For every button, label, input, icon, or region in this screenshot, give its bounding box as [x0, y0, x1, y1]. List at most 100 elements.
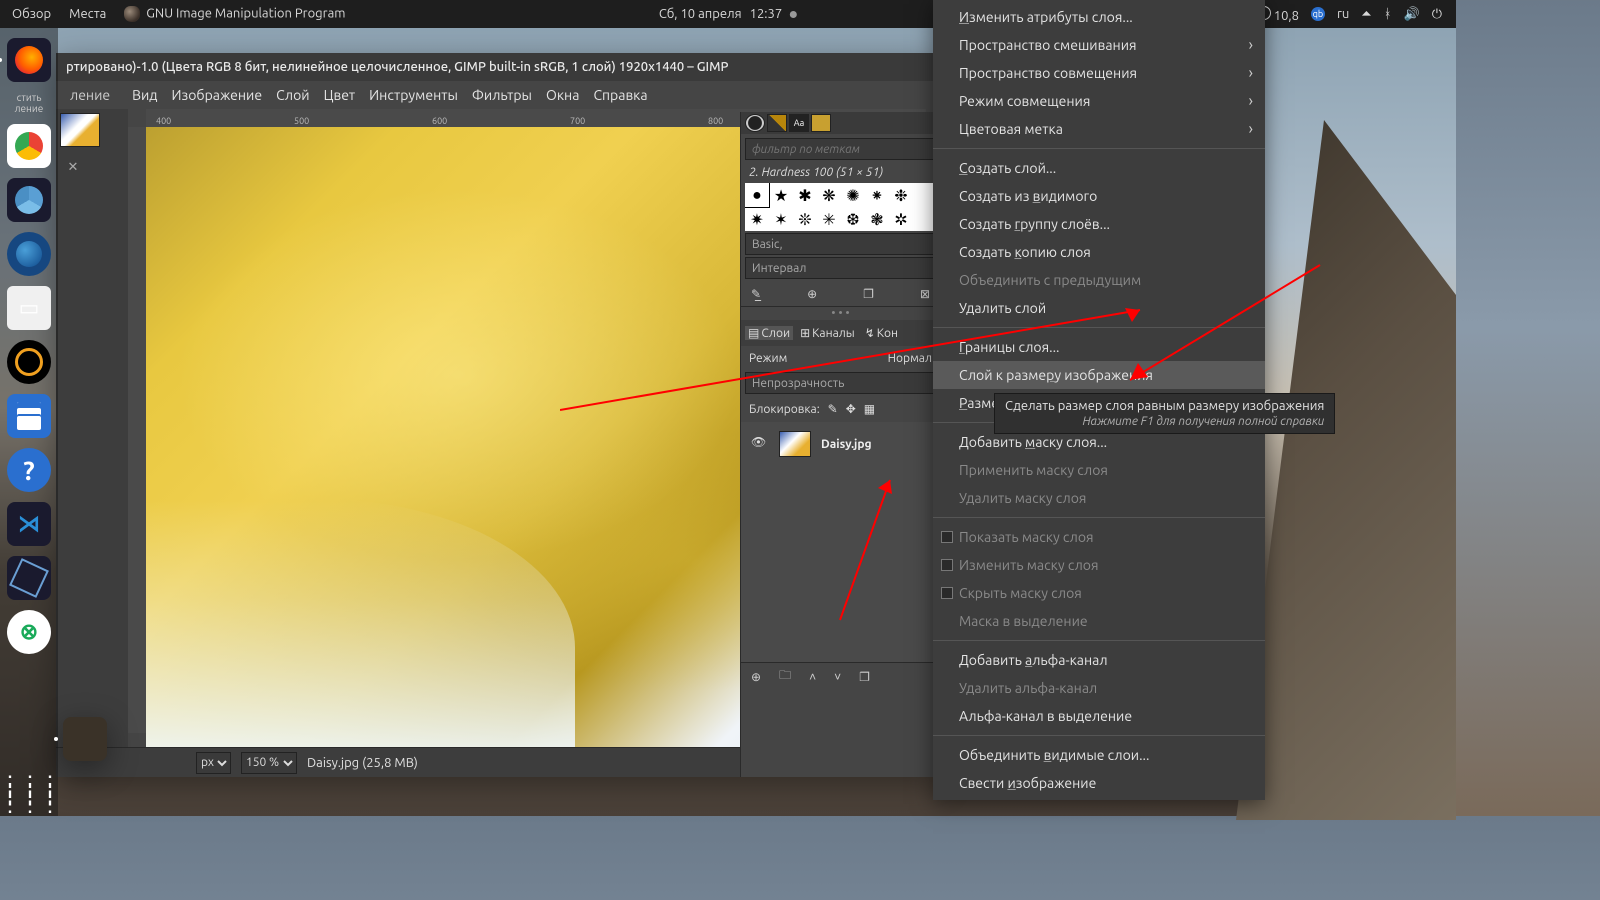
- libreoffice-launcher[interactable]: [7, 394, 51, 438]
- vertical-ruler[interactable]: [128, 127, 146, 733]
- menu-color[interactable]: Цвет: [324, 87, 356, 103]
- thunderbird-launcher[interactable]: [7, 232, 51, 276]
- brush-item[interactable]: ❋: [817, 183, 841, 207]
- new-brush-icon[interactable]: ⊕: [807, 287, 817, 301]
- menu-layer[interactable]: Слой: [276, 87, 310, 103]
- brushes-tab-icon[interactable]: [745, 114, 765, 132]
- gimp-launcher[interactable]: [63, 717, 107, 761]
- lock-position-icon[interactable]: ✥: [846, 402, 856, 416]
- chromium-launcher[interactable]: [7, 178, 51, 222]
- brush-name-label: 2. Hardness 100 (51 × 51): [741, 164, 940, 181]
- places-menu[interactable]: Места: [69, 7, 106, 21]
- show-apps-button[interactable]: ⋮⋮⋮⋮⋮⋮⋮⋮⋮: [7, 772, 51, 816]
- network-icon[interactable]: ⏶: [1361, 7, 1371, 22]
- delete-brush-icon[interactable]: ⊠: [920, 287, 930, 301]
- zoom-selector[interactable]: 150 %: [241, 752, 297, 774]
- menu-item[interactable]: Создать слой...: [933, 154, 1265, 182]
- brush-item[interactable]: ✱: [793, 183, 817, 207]
- lower-layer-icon[interactable]: ˅: [834, 670, 841, 684]
- menu-item[interactable]: Цветовая метка: [933, 115, 1265, 143]
- layer-thumbnail[interactable]: [779, 431, 811, 457]
- opacity-slider[interactable]: Непрозрачность: [745, 372, 936, 394]
- menu-item[interactable]: Свести изображение: [933, 769, 1265, 797]
- new-group-icon[interactable]: 🗀: [779, 666, 791, 687]
- brush-item[interactable]: ✶: [769, 207, 793, 231]
- firefox-launcher[interactable]: [7, 38, 51, 82]
- vscode-launcher[interactable]: ⋊: [7, 502, 51, 546]
- fonts-tab-icon[interactable]: Aa: [789, 114, 809, 132]
- menu-item[interactable]: Создать копию слоя: [933, 238, 1265, 266]
- activities-button[interactable]: Обзор: [12, 7, 51, 21]
- brush-item[interactable]: ❊: [793, 207, 817, 231]
- brush-item[interactable]: ✳: [817, 207, 841, 231]
- brush-item[interactable]: ●: [745, 183, 769, 207]
- active-app-indicator[interactable]: GNU Image Manipulation Program: [124, 6, 345, 22]
- help-launcher[interactable]: ?: [7, 448, 51, 492]
- chrome-launcher[interactable]: [7, 124, 51, 168]
- paths-tab[interactable]: ↯Кон: [862, 326, 901, 340]
- brush-item[interactable]: ✲: [889, 207, 913, 231]
- rhythmbox-launcher[interactable]: [7, 340, 51, 384]
- new-layer-icon[interactable]: ⊕: [751, 670, 761, 684]
- layer-name-label[interactable]: Daisy.jpg: [821, 438, 872, 451]
- dock-drag-handle[interactable]: • • •: [741, 307, 940, 320]
- menu-item[interactable]: Альфа-канал в выделение: [933, 702, 1265, 730]
- duplicate-layer-icon[interactable]: ❐: [859, 670, 870, 684]
- menu-help[interactable]: Справка: [593, 87, 647, 103]
- menu-view[interactable]: Вид: [132, 87, 157, 103]
- anydesk-launcher[interactable]: ⊗: [7, 610, 51, 654]
- power-icon[interactable]: ⏻: [1432, 7, 1442, 22]
- history-tab-icon[interactable]: [811, 114, 831, 132]
- files-launcher[interactable]: ▭: [7, 286, 51, 330]
- edit-brush-icon[interactable]: ✎̲: [751, 287, 761, 301]
- lock-pixels-icon[interactable]: ✎: [828, 402, 838, 416]
- patterns-tab-icon[interactable]: [767, 114, 787, 132]
- layers-list[interactable]: 👁 Daisy.jpg: [741, 422, 940, 662]
- menu-item[interactable]: Пространство смешивания: [933, 31, 1265, 59]
- lock-alpha-icon[interactable]: ▦: [864, 402, 875, 416]
- menu-item[interactable]: Удалить слой: [933, 294, 1265, 322]
- interval-slider[interactable]: Интервал: [745, 257, 936, 279]
- clock[interactable]: Сб, 10 апреля 12:37: [659, 7, 797, 21]
- menu-item[interactable]: Пространство совмещения: [933, 59, 1265, 87]
- menu-filters[interactable]: Фильтры: [472, 87, 532, 103]
- menu-item[interactable]: Создать группу слоёв...: [933, 210, 1265, 238]
- menu-tools[interactable]: Инструменты: [369, 87, 458, 103]
- brush-grid[interactable]: ● ★ ✱ ❋ ✺ ⁕ ❉ ✷ ✶ ❊ ✳ ❆ ❃ ✲: [745, 183, 936, 231]
- brush-item[interactable]: ❉: [889, 183, 913, 207]
- window-titlebar[interactable]: ртировано)-1.0 (Цвета RGB 8 бит, нелиней…: [56, 53, 940, 81]
- menu-item[interactable]: Изменить атрибуты слоя...: [933, 3, 1265, 31]
- close-tab-button[interactable]: ✕: [64, 158, 82, 176]
- menu-separator: [933, 640, 1265, 641]
- brush-item[interactable]: ❆: [841, 207, 865, 231]
- brush-item[interactable]: ✷: [745, 207, 769, 231]
- menu-image[interactable]: Изображение: [172, 87, 263, 103]
- brush-item[interactable]: ⁕: [865, 183, 889, 207]
- layer-visibility-icon[interactable]: 👁: [751, 435, 769, 453]
- qbittorrent-tray-icon[interactable]: qb: [1311, 7, 1325, 21]
- menu-separator: [933, 148, 1265, 149]
- brush-item[interactable]: ✺: [841, 183, 865, 207]
- menu-item[interactable]: Слой к размеру изображения: [933, 361, 1265, 389]
- menu-item[interactable]: Добавить альфа-канал: [933, 646, 1265, 674]
- raise-layer-icon[interactable]: ˄: [809, 670, 816, 684]
- menu-item[interactable]: Объединить видимые слои...: [933, 741, 1265, 769]
- duplicate-brush-icon[interactable]: ❐: [863, 287, 874, 301]
- image-tab-thumb[interactable]: [60, 113, 100, 147]
- brush-item[interactable]: ❃: [865, 207, 889, 231]
- layers-tab[interactable]: ▤Слои: [745, 326, 793, 340]
- menu-item[interactable]: Границы слоя...: [933, 333, 1265, 361]
- brush-item[interactable]: ★: [769, 183, 793, 207]
- blend-mode-row[interactable]: Режим Нормал: [741, 346, 940, 370]
- channels-tab[interactable]: ⊞Каналы: [797, 326, 858, 340]
- volume-icon[interactable]: 🔊: [1404, 7, 1420, 22]
- menu-item[interactable]: Режим совмещения: [933, 87, 1265, 115]
- menu-item[interactable]: Создать из видимого: [933, 182, 1265, 210]
- lang-indicator[interactable]: ru: [1337, 7, 1349, 21]
- menu-windows[interactable]: Окна: [546, 87, 579, 103]
- layer-row[interactable]: 👁 Daisy.jpg: [745, 426, 936, 462]
- virtualbox-launcher[interactable]: [7, 556, 51, 600]
- bluetooth-icon[interactable]: ᚼ: [1384, 7, 1392, 21]
- brush-filter-input[interactable]: [745, 138, 936, 160]
- unit-selector[interactable]: px: [196, 752, 231, 774]
